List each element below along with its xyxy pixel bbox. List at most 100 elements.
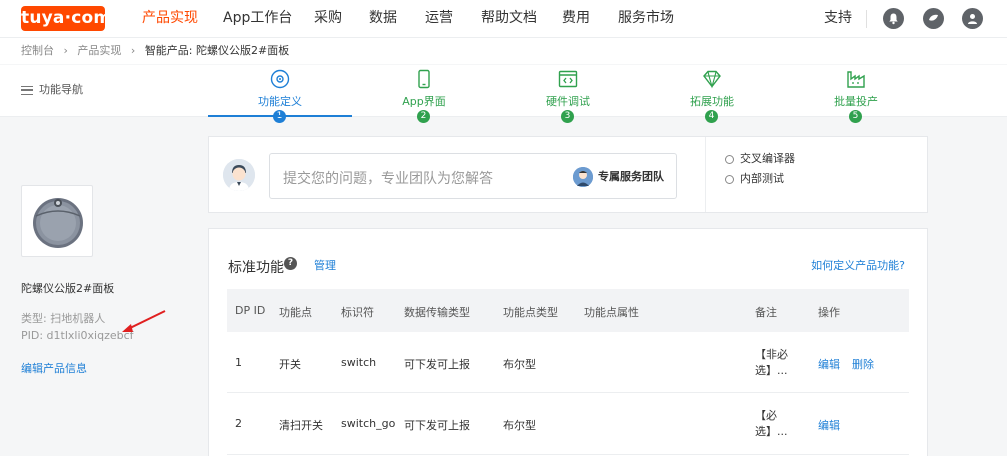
step-number: 5 <box>849 110 862 123</box>
manage-link[interactable]: 管理 <box>314 257 336 273</box>
th-point-type: 功能点类型 <box>503 306 558 319</box>
dedicated-team-label: 专属服务团队 <box>598 170 664 183</box>
cell-type: 布尔型 <box>503 419 536 432</box>
step-label: 硬件调试 <box>546 95 590 108</box>
cell-type: 布尔型 <box>503 358 536 371</box>
function-nav-toggle[interactable]: 功能导航 <box>21 81 83 97</box>
nav-support[interactable]: 支持 <box>824 0 852 38</box>
compass-icon[interactable] <box>923 8 944 29</box>
th-remark: 备注 <box>755 306 777 319</box>
cell-name: 清扫开关 <box>279 419 323 432</box>
table-header: DP ID 功能点 标识符 数据传输类型 功能点类型 功能点属性 备注 操作 <box>227 289 909 332</box>
dedicated-team-button[interactable]: 专属服务团队 <box>573 166 664 188</box>
cell-note-line1: 【必 <box>755 409 777 422</box>
step-number: 1 <box>273 110 286 123</box>
th-point-attribute: 功能点属性 <box>584 306 639 319</box>
tool-icon <box>725 174 734 184</box>
cell-dpid: 2 <box>235 417 242 430</box>
nav-divider <box>866 10 867 28</box>
factory-icon <box>847 71 865 88</box>
th-function-point: 功能点 <box>279 306 312 319</box>
tool-internal-test[interactable]: 内部测试 <box>725 170 784 186</box>
nav-help-docs[interactable]: 帮助文档 <box>481 0 537 38</box>
step-number: 2 <box>417 110 430 123</box>
nav-operations[interactable]: 运营 <box>425 0 453 38</box>
question-input[interactable]: 提交您的问题，专业团队为您解答 专属服务团队 <box>269 153 677 199</box>
breadcrumb-separator: › <box>63 44 68 57</box>
edit-button[interactable]: 编辑 <box>818 356 840 372</box>
th-transfer-type: 数据传输类型 <box>404 306 470 319</box>
bell-icon[interactable] <box>883 8 904 29</box>
menu-icon <box>21 85 33 95</box>
step-bar: 功能导航 功能定义 1 App界面 2 硬件调试 3 拓展功能 4 批量投产 5 <box>0 65 1007 123</box>
edit-product-info-link[interactable]: 编辑产品信息 <box>21 360 87 376</box>
nav-purchase[interactable]: 采购 <box>314 0 342 38</box>
breadcrumb-product-impl[interactable]: 产品实现 <box>77 44 121 57</box>
support-avatar <box>223 159 255 191</box>
help-card: 提交您的问题，专业团队为您解答 专属服务团队 交叉编译器 内部测试 <box>208 136 928 213</box>
nav-app-workbench[interactable]: App工作台 <box>223 0 292 38</box>
product-type: 类型: 扫地机器人 <box>21 312 106 325</box>
edit-button[interactable]: 编辑 <box>818 417 840 433</box>
gear-circle-icon <box>270 69 290 89</box>
standard-functions-card: 标准功能 ? 管理 如何定义产品功能? DP ID 功能点 标识符 数据传输类型… <box>208 228 928 456</box>
breadcrumb-console[interactable]: 控制台 <box>21 44 54 57</box>
tool-cross-compiler[interactable]: 交叉编译器 <box>725 150 795 166</box>
cell-code: switch_go <box>341 417 396 430</box>
step-hardware-debug[interactable]: 硬件调试 3 <box>496 65 640 123</box>
user-icon[interactable] <box>962 8 983 29</box>
step-app-interface[interactable]: App界面 2 <box>352 65 496 123</box>
product-name: 陀螺仪公版2#面板 <box>21 282 115 295</box>
step-label: 功能定义 <box>258 95 302 108</box>
product-image <box>21 185 93 257</box>
nav-data[interactable]: 数据 <box>369 0 397 38</box>
code-window-icon <box>558 70 578 88</box>
tuya-logo[interactable]: tuya·com <box>21 6 111 31</box>
breadcrumb-current: 智能产品: 陀螺仪公版2#面板 <box>144 44 290 57</box>
robot-vacuum-icon <box>33 198 83 248</box>
team-avatar-icon <box>573 167 593 187</box>
th-identifier: 标识符 <box>341 306 374 319</box>
cell-name: 开关 <box>279 358 301 371</box>
phone-icon <box>418 69 430 89</box>
nav-service-market[interactable]: 服务市场 <box>618 0 674 38</box>
nav-fees[interactable]: 费用 <box>562 0 590 38</box>
step-label: App界面 <box>402 95 446 108</box>
product-pid: PID: d1tlxli0xiqzebcf <box>21 329 134 342</box>
cell-code: switch <box>341 356 377 369</box>
th-dpid: DP ID <box>235 304 266 317</box>
step-number: 3 <box>561 110 574 123</box>
top-nav: tuya·com 产品实现 App工作台 采购 数据 运营 帮助文档 费用 服务… <box>0 0 1007 38</box>
nav-product-implementation[interactable]: 产品实现 <box>142 0 198 38</box>
delete-button[interactable]: 删除 <box>852 356 874 372</box>
cell-transfer: 可下发可上报 <box>404 419 470 432</box>
step-label: 拓展功能 <box>690 95 734 108</box>
product-sidebar: 陀螺仪公版2#面板 类型: 扫地机器人 PID: d1tlxli0xiqzebc… <box>0 118 178 456</box>
cell-note-line2: 选】... <box>755 425 788 438</box>
person-avatar-icon <box>223 159 255 191</box>
breadcrumb: 控制台 › 产品实现 › 智能产品: 陀螺仪公版2#面板 <box>0 38 1007 64</box>
cell-transfer: 可下发可上报 <box>404 358 470 371</box>
cell-note-line2: 选】... <box>755 364 788 377</box>
question-input-placeholder: 提交您的问题，专业团队为您解答 <box>283 171 493 187</box>
cell-note-line1: 【非必 <box>755 348 788 361</box>
step-mass-production[interactable]: 批量投产 5 <box>784 65 928 123</box>
tool-label: 内部测试 <box>740 172 784 185</box>
function-nav-label: 功能导航 <box>39 83 83 96</box>
tool-icon <box>725 154 734 164</box>
help-divider <box>705 137 706 212</box>
table-row: 1 开关 switch 可下发可上报 布尔型 【非必 选】... 编辑 删除 <box>227 332 909 393</box>
step-function-definition[interactable]: 功能定义 1 <box>208 65 352 123</box>
how-to-define-link[interactable]: 如何定义产品功能? <box>811 257 905 273</box>
tool-label: 交叉编译器 <box>740 152 795 165</box>
step-extended-functions[interactable]: 拓展功能 4 <box>640 65 784 123</box>
cell-dpid: 1 <box>235 356 242 369</box>
th-operation: 操作 <box>818 306 840 319</box>
diamond-icon <box>703 70 721 89</box>
breadcrumb-separator: › <box>130 44 136 57</box>
red-arrow-annotation <box>122 310 166 332</box>
step-number: 4 <box>705 110 718 123</box>
table-row: 2 清扫开关 switch_go 可下发可上报 布尔型 【必 选】... 编辑 <box>227 394 909 455</box>
step-label: 批量投产 <box>834 95 878 108</box>
question-mark-icon[interactable]: ? <box>284 257 297 270</box>
